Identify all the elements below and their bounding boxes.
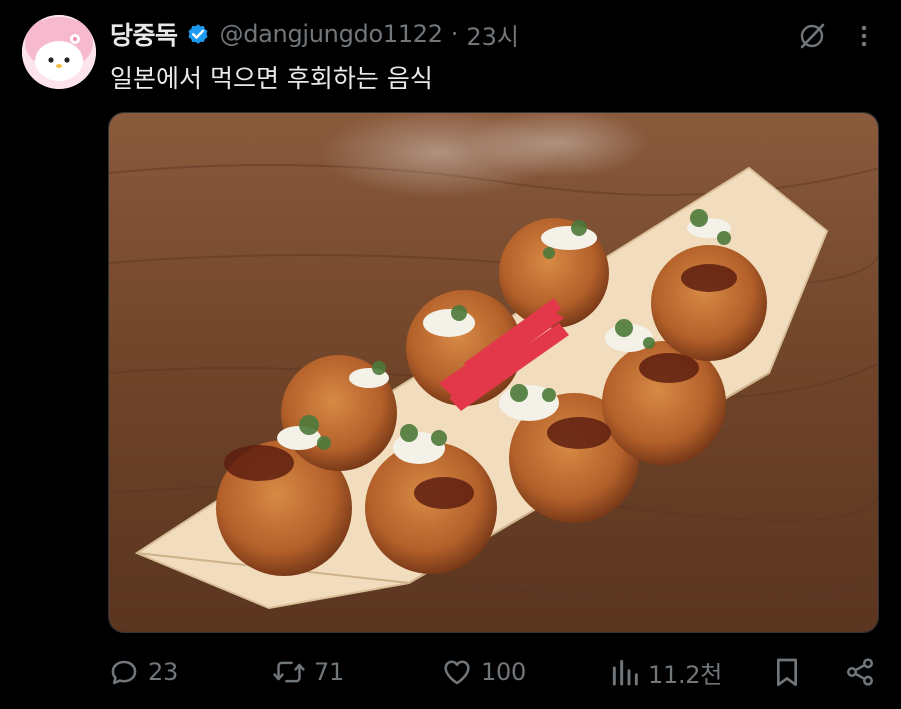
reply-count: 23 (148, 658, 178, 686)
tweet-header: 당중독 @dangjungdo1122 · 23시 (110, 14, 519, 54)
reply-button[interactable]: 23 (108, 648, 178, 696)
author-handle[interactable]: @dangjungdo1122 (220, 20, 444, 48)
views-count: 11.2천 (648, 660, 723, 689)
retweet-button[interactable]: 71 (272, 648, 344, 696)
verified-badge-icon[interactable] (185, 21, 211, 47)
bookmark-icon (777, 658, 798, 686)
tweet-text: 일본에서 먹으면 후회하는 음식 (110, 64, 433, 93)
my-melody-avatar-icon (22, 15, 96, 89)
grok-icon (800, 23, 825, 49)
share-icon (847, 658, 873, 686)
author-display-name[interactable]: 당중독 (110, 16, 178, 52)
views-button[interactable]: 11.2천 (610, 648, 722, 696)
like-count: 100 (481, 658, 526, 686)
tweet-actions-bar: 23 71 100 11.2천 (0, 648, 901, 696)
takoyaki-photo-icon (109, 113, 878, 632)
separator-dot: · (450, 20, 459, 48)
retweet-icon (273, 661, 305, 683)
like-button[interactable]: 100 (441, 648, 526, 696)
tweet: 당중독 @dangjungdo1122 · 23시 일본에서 먹으면 후회하는 … (0, 0, 901, 709)
tweet-timestamp[interactable]: 23시 (466, 17, 519, 52)
retweet-count: 71 (314, 658, 344, 686)
views-icon (612, 659, 638, 686)
author-avatar[interactable] (22, 15, 96, 89)
tweet-media-image[interactable] (108, 112, 879, 633)
grok-button[interactable] (794, 18, 830, 54)
more-dots-icon (861, 25, 867, 47)
share-button[interactable] (844, 648, 876, 696)
more-options-button[interactable] (846, 18, 882, 54)
reply-icon (111, 660, 137, 685)
heart-icon (444, 660, 470, 685)
bookmark-button[interactable] (772, 648, 802, 696)
